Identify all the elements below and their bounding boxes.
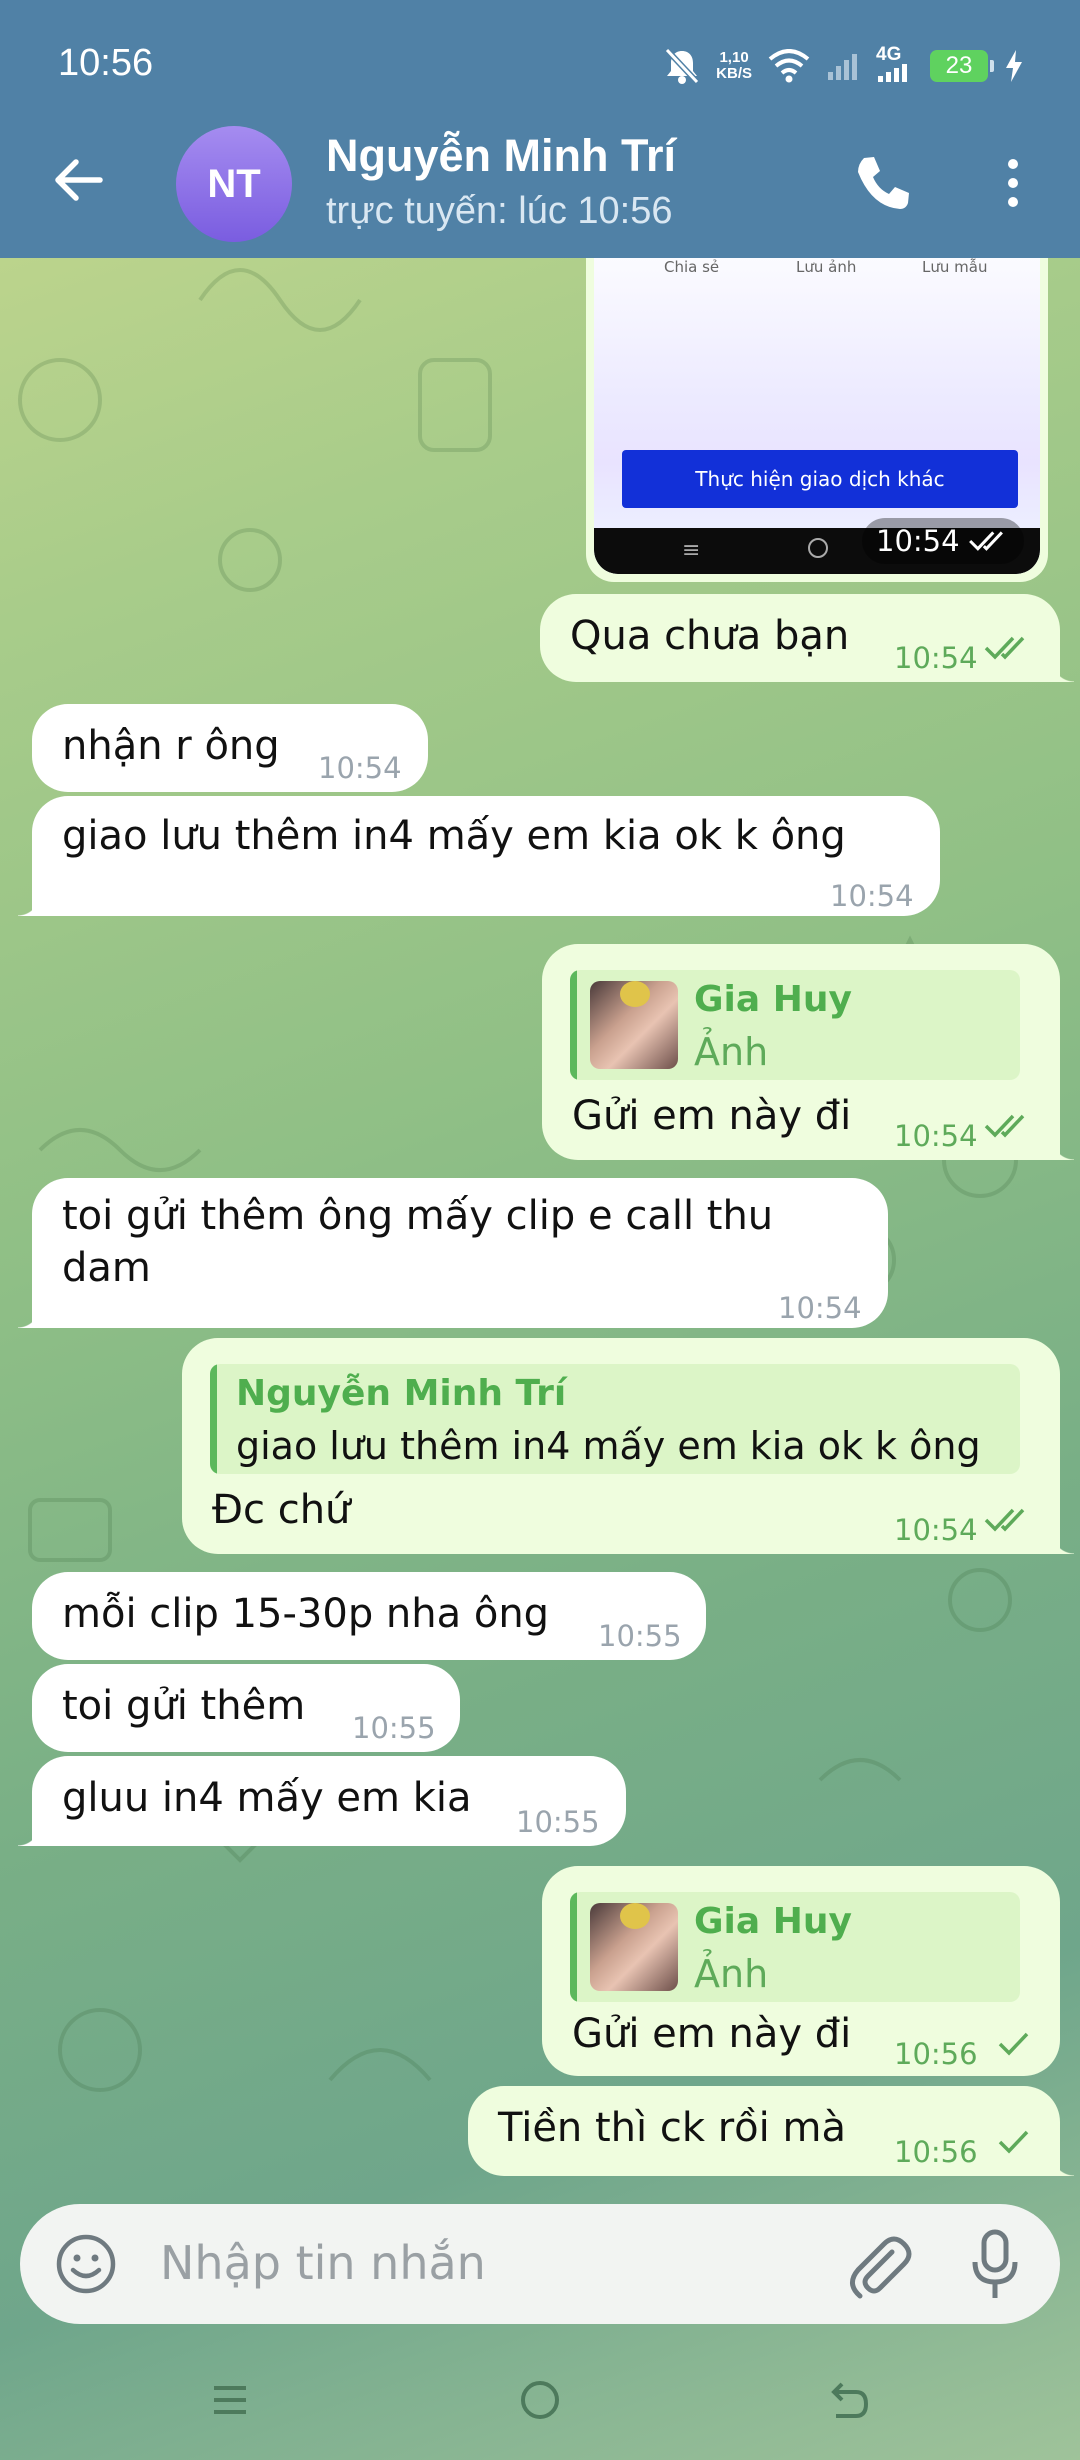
message-text: mỗi clip 15-30p nha ông [62, 1591, 550, 1637]
status-bar: 10:56 1,10 KB/S 4G 23 [0, 0, 1080, 130]
wifi-icon [768, 49, 810, 83]
message-incoming[interactable]: toi gửi thêm 10:55 [32, 1664, 460, 1752]
message-time: 10:56 [894, 2037, 978, 2071]
reply-text: giao lưu thêm in4 mấy em kia ok k ông [236, 1424, 981, 1468]
image-label-save-image: Lưu ảnh [796, 258, 857, 276]
message-text: toi gửi thêm [62, 1683, 306, 1729]
back-nav-icon[interactable] [820, 2370, 880, 2430]
reply-quote[interactable]: Gia Huy Ảnh [570, 1892, 1020, 2002]
message-text: Gửi em này đi [572, 2011, 852, 2057]
microphone-icon[interactable] [970, 2228, 1020, 2302]
message-outgoing-reply[interactable]: Nguyễn Minh Trí giao lưu thêm in4 mấy em… [182, 1338, 1074, 1554]
double-check-icon [984, 1508, 1025, 1532]
double-check-icon [984, 636, 1025, 660]
paperclip-icon[interactable] [846, 2230, 912, 2300]
reply-text: Ảnh [694, 1952, 769, 1996]
message-time: 10:54 [778, 1291, 862, 1325]
message-time: 10:55 [352, 1711, 436, 1745]
message-text-line-1: toi gửi thêm ông mấy clip e call thu [62, 1193, 774, 1239]
message-text-line-2: dam [62, 1245, 151, 1291]
status-time: 10:56 [58, 42, 154, 84]
recent-apps-icon[interactable] [200, 2370, 260, 2430]
image-label-save-template: Lưu mẫu [922, 258, 988, 276]
charging-bolt-icon [1006, 50, 1022, 82]
message-incoming[interactable]: gluu in4 mấy em kia 10:55 [18, 1756, 626, 1846]
mute-bell-icon [664, 47, 700, 85]
reply-thumbnail [590, 981, 678, 1069]
arrow-left-icon[interactable] [48, 150, 108, 210]
image-button: Thực hiện giao dịch khác [622, 450, 1018, 508]
system-nav-bar [0, 2340, 1080, 2460]
battery-indicator: 23 [930, 50, 994, 82]
home-icon[interactable] [510, 2370, 570, 2430]
message-time: 10:54 [894, 641, 978, 675]
message-text: Đc chứ [212, 1487, 351, 1533]
message-text: Qua chưa bạn [570, 613, 850, 659]
message-incoming[interactable]: mỗi clip 15-30p nha ông 10:55 [32, 1572, 706, 1660]
message-composer: Nhập tin nhắn [20, 2204, 1060, 2324]
reply-sender: Nguyễn Minh Trí [236, 1373, 567, 1414]
message-incoming[interactable]: toi gửi thêm ông mấy clip e call thu dam… [18, 1178, 888, 1328]
contact-status: trực tuyến: lúc 10:56 [326, 190, 673, 232]
message-incoming[interactable]: nhận r ông 10:54 [32, 704, 428, 792]
reply-quote[interactable]: Gia Huy Ảnh [570, 970, 1020, 1080]
message-incoming[interactable]: giao lưu thêm in4 mấy em kia ok k ông 10… [18, 796, 940, 916]
status-icons: 1,10 KB/S 4G 23 [664, 44, 1024, 88]
message-outgoing-reply[interactable]: Gia Huy Ảnh Gửi em này đi 10:56 [542, 1866, 1060, 2076]
image-time-badge: 10:54 [862, 518, 1024, 564]
avatar[interactable]: NT [176, 126, 292, 242]
message-text: Gửi em này đi [572, 1093, 852, 1139]
chat-area[interactable]: Chia sẻ Lưu ảnh Lưu mẫu Thực hiện giao d… [0, 258, 1080, 2198]
message-outgoing[interactable]: Qua chưa bạn 10:54 [540, 594, 1074, 682]
image-label-share: Chia sẻ [664, 258, 720, 276]
message-time: 10:54 [318, 751, 402, 785]
message-text: giao lưu thêm in4 mấy em kia ok k ông [62, 813, 846, 859]
message-time: 10:55 [598, 1619, 682, 1653]
check-icon [998, 2130, 1029, 2154]
message-input[interactable]: Nhập tin nhắn [160, 2236, 486, 2290]
message-time: 10:54 [894, 1119, 978, 1153]
net-speed: 1,10 KB/S [716, 49, 752, 82]
message-text: nhận r ông [62, 723, 280, 769]
reply-quote[interactable]: Nguyễn Minh Trí giao lưu thêm in4 mấy em… [210, 1364, 1020, 1474]
double-check-icon [984, 1114, 1025, 1138]
message-text: gluu in4 mấy em kia [62, 1775, 472, 1821]
image-message[interactable]: Chia sẻ Lưu ảnh Lưu mẫu Thực hiện giao d… [586, 258, 1048, 582]
reply-sender: Gia Huy [694, 979, 852, 1020]
message-text: Tiền thì ck rồi mà [498, 2105, 846, 2151]
message-outgoing-reply[interactable]: Gia Huy Ảnh Gửi em này đi 10:54 [542, 944, 1074, 1160]
more-vertical-icon[interactable] [996, 152, 1030, 214]
message-time: 10:55 [516, 1805, 600, 1839]
message-outgoing[interactable]: Tiền thì ck rồi mà 10:56 [468, 2086, 1074, 2176]
contact-name[interactable]: Nguyễn Minh Trí [326, 130, 676, 182]
message-time: 10:54 [894, 1513, 978, 1547]
network-4g-icon: 4G [876, 44, 914, 84]
phone-icon[interactable] [850, 152, 912, 214]
check-icon [998, 2032, 1029, 2056]
reply-text: Ảnh [694, 1030, 769, 1074]
reply-thumbnail [590, 1903, 678, 1991]
double-check-icon [968, 531, 1003, 551]
smile-icon[interactable] [54, 2232, 118, 2296]
reply-sender: Gia Huy [694, 1901, 852, 1942]
signal-icon [828, 54, 857, 80]
message-time: 10:54 [830, 879, 914, 913]
message-time: 10:56 [894, 2135, 978, 2169]
